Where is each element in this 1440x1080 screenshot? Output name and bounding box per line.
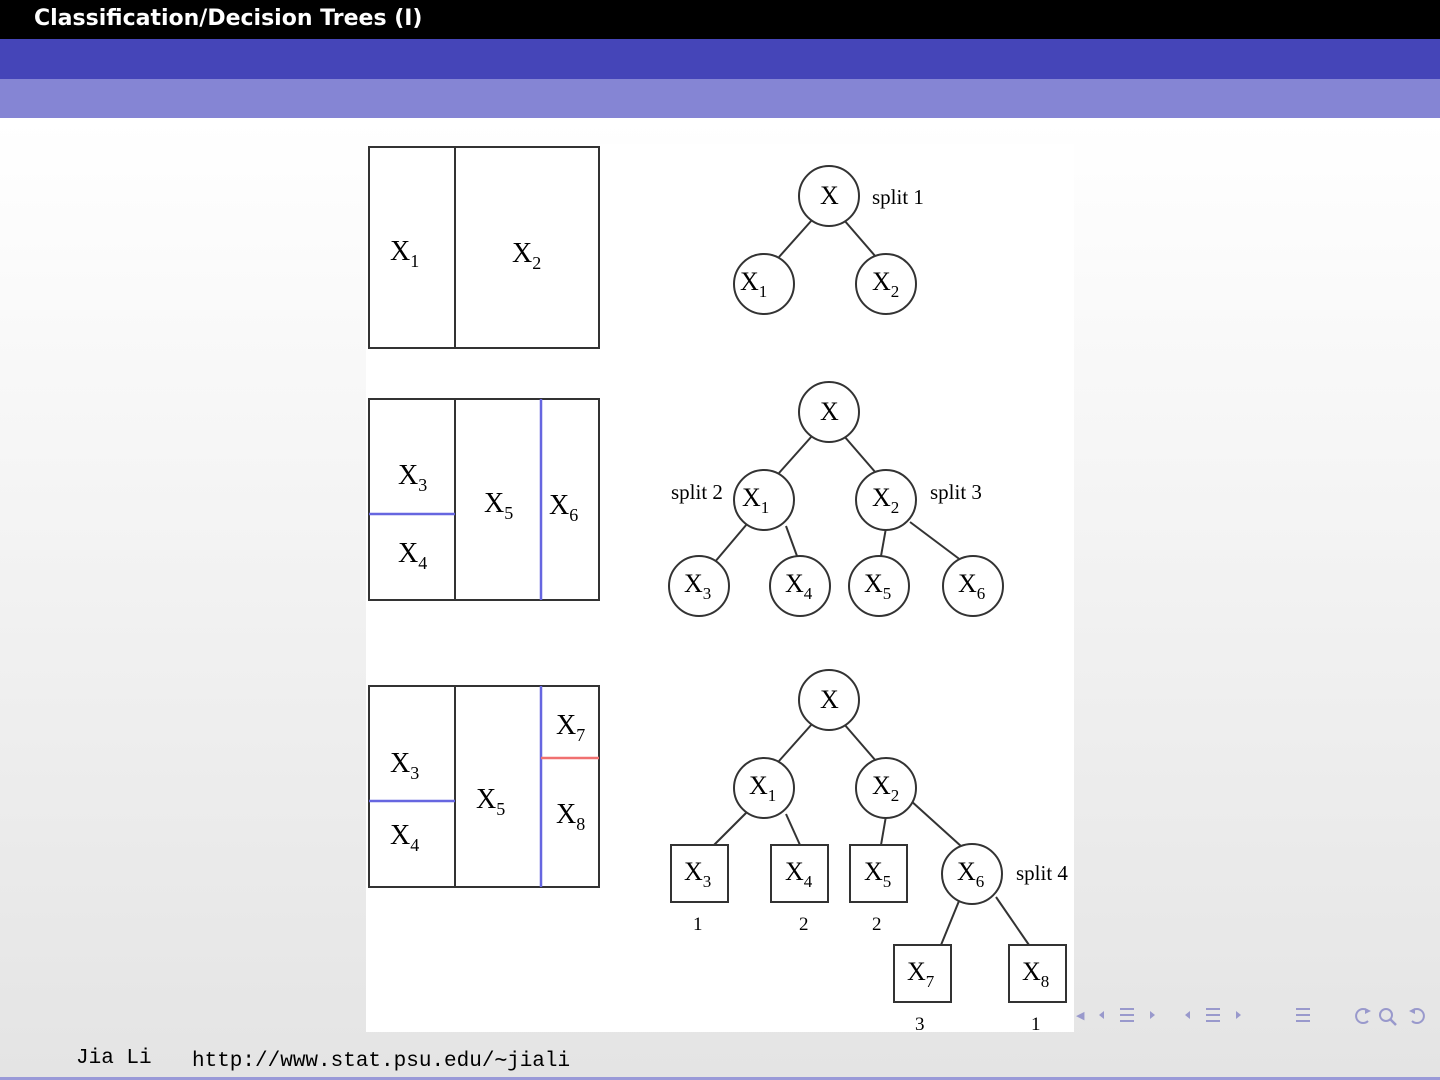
subsection-nav[interactable]	[1184, 1004, 1248, 1031]
navigation-bar: ◀	[1076, 1004, 1440, 1030]
section-nav[interactable]	[1098, 1004, 1162, 1031]
leaf-class-label: 2	[799, 914, 809, 935]
figure-svg: X1 X2 X X1 X2 split 1 X3 X4 X5 X6 X X1 X…	[368, 146, 1068, 1032]
split-annotation: split 2	[671, 480, 723, 504]
section-icon	[1099, 1008, 1155, 1022]
region-label: X4	[398, 538, 427, 573]
title-bar: Classification/Decision Trees (I)	[0, 0, 1440, 39]
region-label: X6	[549, 490, 578, 525]
leaf-class-label: 3	[915, 1014, 925, 1032]
footer-author: Jia Li	[76, 1047, 152, 1070]
outline-icon	[1296, 1008, 1310, 1022]
region-label: X3	[390, 748, 419, 783]
decision-tree-figure: X1 X2 X X1 X2 split 1 X3 X4 X5 X6 X X1 X…	[366, 144, 1074, 1032]
tree-node-label: X	[820, 397, 839, 426]
tree-node-label: X	[820, 181, 839, 210]
region-label: X8	[556, 799, 585, 834]
region-label: X5	[484, 488, 513, 523]
header-band-light	[0, 79, 1440, 118]
region-label: X2	[512, 238, 541, 273]
leaf-class-label: 2	[872, 914, 882, 935]
outline-nav[interactable]	[1294, 1004, 1312, 1031]
region-label: X1	[390, 236, 419, 271]
header-band-dark	[0, 39, 1440, 79]
split-annotation: split 1	[872, 185, 924, 209]
split-annotation: split 3	[930, 480, 982, 504]
search-icon	[1355, 1008, 1425, 1026]
leaf-class-label: 1	[1031, 1014, 1041, 1032]
subsection-icon	[1185, 1008, 1241, 1022]
region-label: X5	[476, 784, 505, 819]
leaf-class-label: 1	[693, 914, 703, 935]
split-annotation: split 4	[1016, 861, 1068, 885]
back-search-forward[interactable]	[1350, 1004, 1440, 1033]
region-label: X3	[398, 460, 427, 495]
tree-node-label: X	[820, 685, 839, 714]
region-label: X4	[390, 820, 419, 855]
footer: Jia Li http://www.stat.psu.edu/∼jiali	[0, 1042, 1440, 1080]
slide-title: Classification/Decision Trees (I)	[34, 6, 423, 31]
footer-url[interactable]: http://www.stat.psu.edu/∼jiali	[192, 1047, 570, 1073]
region-label: X7	[556, 710, 585, 745]
prev-frame-icon[interactable]: ◀	[1076, 1009, 1084, 1022]
